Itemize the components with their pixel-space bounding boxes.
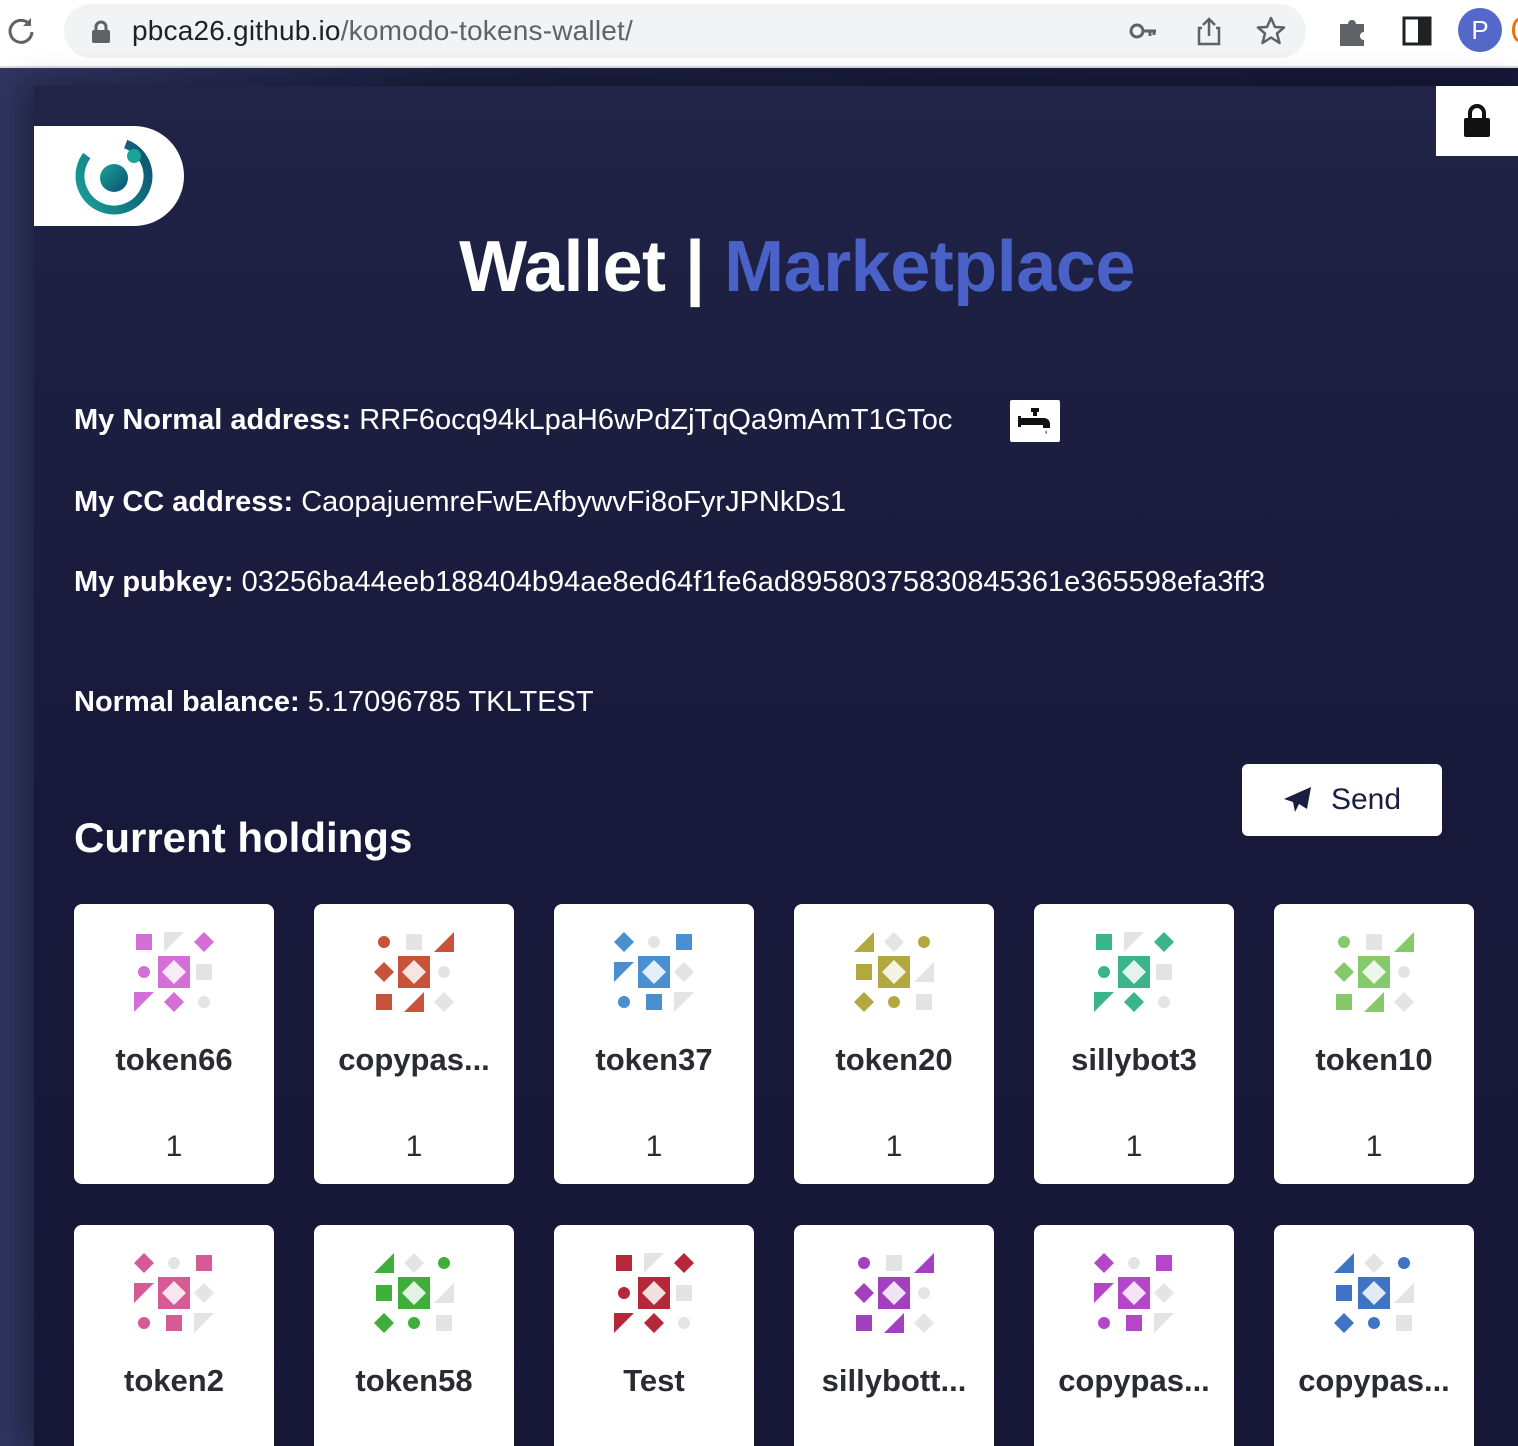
token-name: sillybot3 — [1071, 1042, 1197, 1077]
send-button-label: Send — [1330, 783, 1402, 816]
secure-lock-icon — [92, 20, 110, 43]
token-amount: 1 — [645, 1130, 663, 1163]
normal-address-label: My Normal address: — [74, 404, 352, 436]
send-button[interactable]: Send — [1242, 764, 1442, 836]
share-icon[interactable] — [1194, 16, 1224, 46]
normal-address-value: RRF6ocq94kLpaH6wPdZjTqQa9mAmT1GToc — [359, 404, 953, 436]
token-name: Test — [623, 1363, 685, 1398]
faucet-button[interactable] — [1010, 400, 1060, 442]
token-name: copypas... — [1058, 1363, 1210, 1398]
token-identicon-icon — [374, 1253, 454, 1333]
token-card[interactable]: copypas... — [1034, 1225, 1234, 1446]
balance-value: 5.17096785 TKLTEST — [307, 686, 594, 718]
token-name: token66 — [115, 1042, 233, 1077]
token-identicon-icon — [614, 1253, 694, 1333]
token-card[interactable]: Test — [554, 1225, 754, 1446]
token-name: copypas... — [1298, 1363, 1450, 1398]
token-card[interactable]: token37 1 — [554, 904, 754, 1184]
token-card[interactable]: copypas... — [1274, 1225, 1474, 1446]
faucet-icon — [1018, 408, 1050, 434]
cc-address-label: My CC address: — [74, 486, 294, 518]
pubkey-value: 03256ba44eeb188404b94ae8ed64f1fe6ad89580… — [241, 566, 1266, 598]
token-identicon-icon — [1334, 1253, 1414, 1333]
token-name: token2 — [124, 1363, 224, 1398]
address-bar[interactable]: pbca26.github.io/komodo-tokens-wallet/ — [64, 4, 1306, 58]
pubkey-label: My pubkey: — [74, 566, 234, 598]
key-icon[interactable] — [1128, 16, 1158, 46]
paper-plane-icon — [1283, 787, 1311, 812]
cc-address-value: CaopajuemreFwEAfbywvFi8oFyrJPNkDs1 — [301, 486, 846, 518]
balance-label: Normal balance: — [74, 686, 300, 718]
token-name: copypas... — [338, 1042, 490, 1077]
token-identicon-icon — [134, 932, 214, 1012]
token-name: token20 — [835, 1042, 953, 1077]
token-card[interactable]: sillybott... — [794, 1225, 994, 1446]
title-separator: | — [665, 227, 725, 307]
token-identicon-icon — [854, 932, 934, 1012]
update-indicator-icon[interactable] — [1512, 18, 1518, 42]
extensions-puzzle-icon[interactable] — [1336, 14, 1370, 48]
token-identicon-icon — [854, 1253, 934, 1333]
token-amount: 1 — [1365, 1130, 1383, 1163]
lock-icon — [1464, 104, 1490, 137]
token-card[interactable]: token10 1 — [1274, 904, 1474, 1184]
page-title: Wallet | Marketplace — [34, 226, 1518, 308]
token-amount: 1 — [405, 1130, 423, 1163]
token-card[interactable]: copypas... 1 — [314, 904, 514, 1184]
token-identicon-icon — [614, 932, 694, 1012]
token-name: sillybott... — [821, 1363, 967, 1398]
token-name: token58 — [355, 1363, 473, 1398]
balance-row: Normal balance: 5.17096785 TKLTEST — [74, 686, 594, 719]
page-background: Wallet | Marketplace My Normal address: … — [0, 68, 1518, 1446]
lock-wallet-button[interactable] — [1436, 86, 1518, 156]
token-amount: 1 — [165, 1130, 183, 1163]
token-card[interactable]: token66 1 — [74, 904, 274, 1184]
token-card[interactable]: token20 1 — [794, 904, 994, 1184]
token-identicon-icon — [1334, 932, 1414, 1012]
browser-toolbar: pbca26.github.io/komodo-tokens-wallet/ P — [0, 0, 1518, 68]
token-amount: 1 — [885, 1130, 903, 1163]
token-identicon-icon — [1094, 1253, 1174, 1333]
komodo-logo-icon — [75, 137, 153, 215]
token-identicon-icon — [1094, 932, 1174, 1012]
token-card[interactable]: token2 — [74, 1225, 274, 1446]
token-identicon-icon — [134, 1253, 214, 1333]
token-amount: 1 — [1125, 1130, 1143, 1163]
reload-icon[interactable] — [4, 14, 38, 48]
pubkey-row: My pubkey: 03256ba44eeb188404b94ae8ed64f… — [74, 566, 1265, 599]
url-text: pbca26.github.io/komodo-tokens-wallet/ — [132, 15, 634, 46]
token-identicon-icon — [374, 932, 454, 1012]
title-wallet[interactable]: Wallet — [459, 227, 666, 307]
normal-address-row: My Normal address: RRF6ocq94kLpaH6wPdZjT… — [74, 404, 952, 437]
holdings-title: Current holdings — [74, 814, 413, 861]
token-name: token37 — [595, 1042, 713, 1077]
bookmark-star-icon[interactable] — [1256, 16, 1286, 46]
token-card[interactable]: token58 — [314, 1225, 514, 1446]
profile-avatar[interactable]: P — [1458, 8, 1502, 52]
side-panel-icon[interactable] — [1400, 14, 1434, 48]
token-name: token10 — [1315, 1042, 1433, 1077]
wallet-panel: Wallet | Marketplace My Normal address: … — [34, 86, 1518, 1446]
cc-address-row: My CC address: CaopajuemreFwEAfbywvFi8oF… — [74, 486, 846, 519]
komodo-logo — [34, 126, 184, 226]
title-marketplace[interactable]: Marketplace — [724, 227, 1135, 307]
token-card[interactable]: sillybot3 1 — [1034, 904, 1234, 1184]
